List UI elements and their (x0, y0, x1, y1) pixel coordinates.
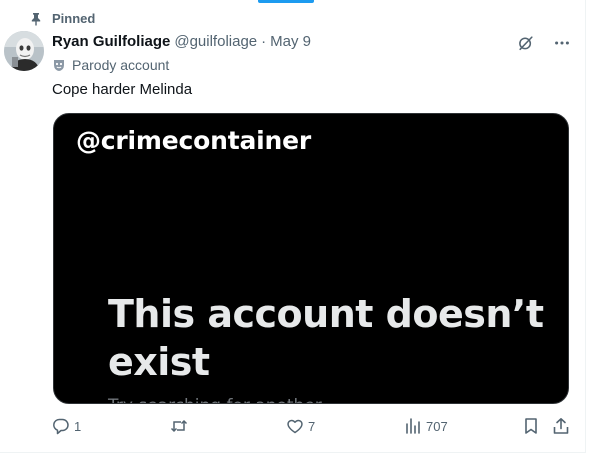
media-subtext: Try searching for another. (108, 396, 326, 403)
tweet-date[interactable]: May 9 (270, 33, 311, 50)
parody-label-row: Parody account (52, 57, 169, 73)
tweet-header: Ryan Guilfoliage @guilfoliage · May 9 (52, 33, 311, 50)
retweet-button[interactable] (170, 417, 192, 435)
user-handle[interactable]: @guilfoliage (174, 33, 257, 50)
views-count: 707 (426, 418, 448, 434)
reply-icon (53, 418, 69, 435)
separator-dot: · (261, 33, 267, 50)
media-handle: @crimecontainer (76, 126, 311, 155)
heart-icon (287, 419, 303, 434)
header-actions (516, 33, 572, 53)
bookmark-icon (525, 418, 537, 434)
reply-count: 1 (74, 418, 82, 434)
bookmark-button[interactable] (522, 417, 540, 435)
tweet-media[interactable]: @crimecontainer This account doesn’t exi… (53, 113, 569, 404)
views-chart-icon (406, 418, 420, 434)
views-button[interactable]: 707 (404, 417, 448, 435)
share-button[interactable] (552, 417, 570, 435)
parody-label: Parody account (72, 57, 170, 73)
grok-icon[interactable] (516, 33, 536, 53)
tweet-text: Cope harder Melinda (52, 81, 193, 98)
reply-button[interactable]: 1 (52, 417, 81, 435)
pinned-label: Pinned (52, 11, 96, 26)
avatar[interactable] (4, 31, 44, 71)
pin-icon (30, 12, 42, 26)
like-button[interactable]: 7 (286, 417, 315, 435)
timeline-border (585, 0, 586, 453)
display-name[interactable]: Ryan Guilfoliage (52, 33, 170, 50)
like-count: 7 (308, 418, 316, 434)
pinned-indicator: Pinned (30, 11, 95, 26)
media-headline: This account doesn’t exist (108, 292, 544, 384)
parody-mask-icon (52, 58, 66, 72)
retweet-icon (170, 419, 188, 433)
active-tab-indicator (258, 0, 314, 3)
tweet-actions: 1 7 707 (52, 417, 572, 437)
share-icon (553, 418, 569, 434)
more-icon[interactable] (552, 33, 572, 53)
